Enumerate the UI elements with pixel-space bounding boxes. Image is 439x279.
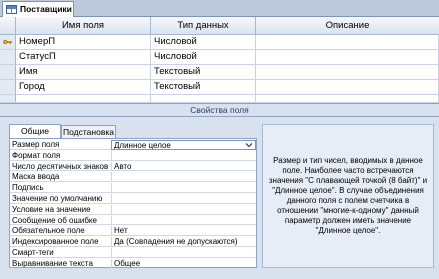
data-type-cell[interactable]: Числовой: [151, 35, 256, 50]
field-size-select[interactable]: Длинное целое: [111, 140, 256, 150]
primary-key-icon: [3, 39, 12, 45]
property-value[interactable]: [111, 215, 256, 225]
column-header-description: Описание: [256, 17, 439, 35]
property-row-field-size[interactable]: Размер поля Длинное целое: [10, 140, 256, 150]
tab-lookup[interactable]: Подстановка: [61, 125, 116, 138]
document-tab-label: Поставщики: [20, 4, 72, 14]
property-row[interactable]: Подпись: [10, 183, 256, 193]
column-header-data-type: Тип данных: [151, 17, 256, 35]
table-row[interactable]: Город Текстовый: [0, 80, 439, 95]
field-name-cell[interactable]: НомерП: [16, 35, 151, 50]
property-row[interactable]: Выравнивание текста Общее: [10, 258, 256, 269]
property-row[interactable]: Обязательное поле Нет: [10, 226, 256, 237]
property-value[interactable]: [111, 172, 256, 182]
property-row[interactable]: Сообщение об ошибке: [10, 215, 256, 226]
property-value[interactable]: Да (Совпадения не допускаются): [111, 237, 256, 247]
tab-general[interactable]: Общие: [9, 124, 61, 138]
property-row[interactable]: Маска ввода: [10, 172, 256, 183]
property-label: Сообщение об ошибке: [12, 215, 97, 225]
property-row[interactable]: Условие на значение: [10, 204, 256, 215]
property-label: Выравнивание текста: [12, 258, 93, 268]
data-type-cell[interactable]: [151, 95, 256, 103]
description-cell[interactable]: [256, 50, 439, 65]
property-label: Смарт-теги: [12, 248, 54, 257]
table-row[interactable]: НомерП Числовой: [0, 35, 439, 50]
property-help-text: Размер и тип чисел, вводимых в данное по…: [268, 156, 428, 235]
property-value[interactable]: Нет: [111, 226, 256, 236]
column-header-field-name: Имя поля: [16, 17, 151, 35]
property-label: Обязательное поле: [12, 226, 85, 236]
property-label: Условие на значение: [12, 204, 91, 214]
field-name-cell[interactable]: Город: [16, 80, 151, 95]
property-value: Длинное целое: [114, 141, 171, 150]
description-cell[interactable]: [256, 95, 439, 103]
field-name-cell[interactable]: СтатусП: [16, 50, 151, 65]
property-row[interactable]: Смарт-теги: [10, 248, 256, 258]
property-label: Маска ввода: [12, 172, 60, 182]
property-row[interactable]: Индексированное поле Да (Совпадения не д…: [10, 237, 256, 247]
property-help-panel: Размер и тип чисел, вводимых в данное по…: [262, 124, 434, 268]
property-value[interactable]: [111, 248, 256, 257]
property-row[interactable]: Формат поля: [10, 150, 256, 161]
row-selector[interactable]: [0, 95, 16, 103]
properties-table: Размер поля Длинное целое Формат поля Чи…: [9, 138, 257, 268]
field-name-cell[interactable]: Имя: [16, 65, 151, 80]
property-value[interactable]: [111, 204, 256, 214]
table-icon: [6, 5, 17, 14]
property-label: Значение по умолчанию: [12, 194, 103, 203]
property-value[interactable]: [111, 183, 256, 193]
table-row[interactable]: СтатусП Числовой: [0, 50, 439, 65]
data-type-cell[interactable]: Текстовый: [151, 65, 256, 80]
property-row[interactable]: Значение по умолчанию: [10, 194, 256, 204]
property-label: Индексированное поле: [12, 237, 99, 247]
property-label: Подпись: [12, 183, 44, 193]
data-type-cell[interactable]: Текстовый: [151, 80, 256, 95]
table-row[interactable]: Имя Текстовый: [0, 65, 439, 80]
property-row[interactable]: Число десятичных знаков Авто: [10, 161, 256, 172]
property-value[interactable]: [111, 150, 256, 160]
property-label: Размер поля: [12, 140, 60, 149]
field-name-cell[interactable]: [16, 95, 151, 103]
field-design-grid: Имя поля Тип данных Описание НомерП Числ…: [0, 17, 439, 103]
row-selector[interactable]: [0, 80, 16, 95]
row-selector[interactable]: [0, 65, 16, 80]
property-value[interactable]: [111, 194, 256, 203]
description-cell[interactable]: [256, 35, 439, 50]
row-selector[interactable]: [0, 35, 16, 50]
row-selector[interactable]: [0, 50, 16, 65]
property-value[interactable]: Авто: [111, 161, 256, 171]
property-label: Число десятичных знаков: [12, 161, 109, 171]
property-label: Формат поля: [12, 150, 61, 160]
chevron-down-icon[interactable]: [244, 141, 254, 149]
grid-corner[interactable]: [0, 17, 16, 35]
description-cell[interactable]: [256, 65, 439, 80]
property-value[interactable]: Общее: [111, 258, 256, 268]
description-cell[interactable]: [256, 80, 439, 95]
document-tab-suppliers[interactable]: Поставщики: [2, 1, 74, 17]
data-type-cell[interactable]: Числовой: [151, 50, 256, 65]
field-properties-title: Свойства поля: [0, 103, 439, 117]
empty-row[interactable]: [0, 95, 439, 103]
